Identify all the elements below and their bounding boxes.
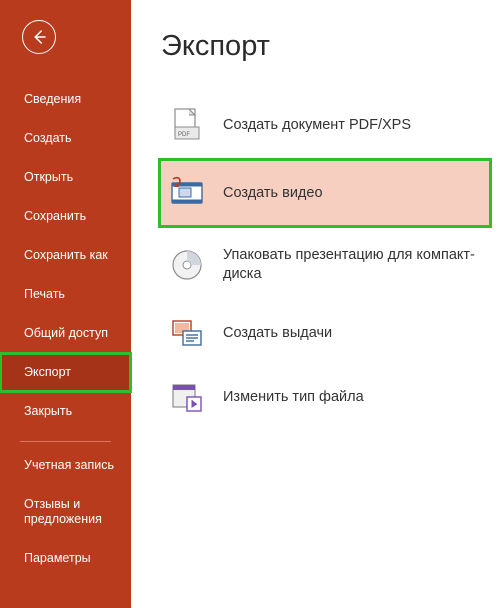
nav-item-info[interactable]: Сведения — [0, 80, 131, 119]
export-option-package-cd[interactable]: Упаковать презентацию для компакт-диска — [161, 233, 489, 297]
nav-label: Закрыть — [24, 404, 72, 418]
arrow-left-icon — [30, 28, 48, 46]
export-option-label: Создать документ PDF/XPS — [223, 116, 411, 135]
nav-label: Сохранить — [24, 209, 86, 223]
nav-label: Отзывы и предложения — [24, 497, 102, 526]
cd-disc-icon — [169, 247, 205, 283]
main-content: Экспорт PDF Создать документ PDF/XPS — [131, 0, 503, 608]
handouts-icon — [169, 315, 205, 351]
nav-label: Создать — [24, 131, 72, 145]
sidebar-divider — [20, 441, 111, 442]
export-option-video[interactable]: Создать видео — [161, 161, 489, 225]
export-option-label: Создать видео — [223, 184, 323, 203]
nav-item-export[interactable]: Экспорт — [0, 353, 131, 392]
nav-item-options[interactable]: Параметры — [0, 539, 131, 578]
nav-label: Печать — [24, 287, 65, 301]
nav-item-close[interactable]: Закрыть — [0, 392, 131, 431]
export-option-label: Упаковать презентацию для компакт-диска — [223, 246, 481, 284]
export-option-pdf-xps[interactable]: PDF Создать документ PDF/XPS — [161, 97, 489, 153]
nav-label: Общий доступ — [24, 326, 108, 340]
back-button[interactable] — [22, 20, 56, 54]
nav-label: Параметры — [24, 551, 91, 565]
nav-label: Учетная запись — [24, 458, 114, 472]
nav-label: Экспорт — [24, 365, 71, 379]
nav-item-new[interactable]: Создать — [0, 119, 131, 158]
sidebar: Сведения Создать Открыть Сохранить Сохра… — [0, 0, 131, 608]
nav-label: Сохранить как — [24, 248, 108, 262]
export-option-handouts[interactable]: Создать выдачи — [161, 305, 489, 361]
nav-item-print[interactable]: Печать — [0, 275, 131, 314]
nav-item-open[interactable]: Открыть — [0, 158, 131, 197]
svg-text:PDF: PDF — [178, 132, 190, 138]
export-option-label: Создать выдачи — [223, 324, 332, 343]
video-icon — [169, 175, 205, 211]
nav-item-save[interactable]: Сохранить — [0, 197, 131, 236]
nav-item-account[interactable]: Учетная запись — [0, 446, 131, 485]
nav-label: Открыть — [24, 170, 73, 184]
nav-item-share[interactable]: Общий доступ — [0, 314, 131, 353]
nav-label: Сведения — [24, 92, 81, 106]
page-title: Экспорт — [161, 30, 489, 63]
nav-item-feedback[interactable]: Отзывы и предложения — [0, 485, 131, 539]
export-option-change-file-type[interactable]: Изменить тип файла — [161, 369, 489, 425]
export-option-label: Изменить тип файла — [223, 388, 364, 407]
nav-primary: Сведения Создать Открыть Сохранить Сохра… — [0, 80, 131, 431]
pdf-document-icon: PDF — [169, 107, 205, 143]
nav-footer: Учетная запись Отзывы и предложения Пара… — [0, 446, 131, 578]
nav-item-save-as[interactable]: Сохранить как — [0, 236, 131, 275]
change-file-type-icon — [169, 379, 205, 415]
